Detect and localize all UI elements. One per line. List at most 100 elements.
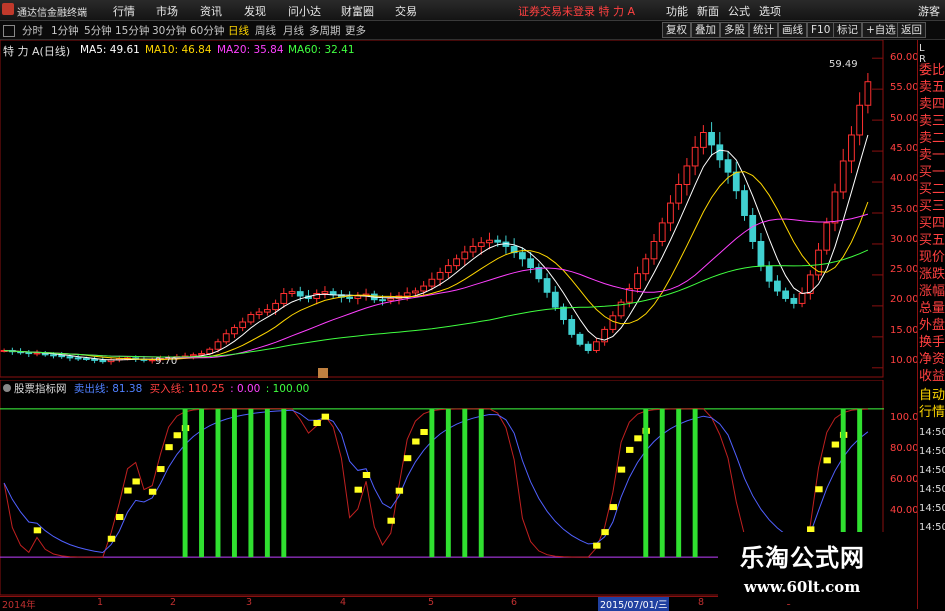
candle: [321, 291, 329, 294]
rise-bar: [823, 457, 831, 464]
tab-weekly[interactable]: 周线: [255, 23, 276, 38]
menu-market[interactable]: 市场: [156, 3, 178, 19]
menu-trade[interactable]: 交易: [395, 3, 417, 19]
tab-30min[interactable]: 30分钟: [152, 23, 186, 38]
tab-monthly[interactable]: 月线: [283, 23, 304, 38]
rise-bar: [33, 527, 42, 534]
panel-item: 涨幅: [919, 284, 945, 299]
signal-bar: [429, 408, 435, 558]
panel-item: 委比: [919, 63, 945, 78]
event-marker-icon[interactable]: [318, 368, 328, 378]
menu-quotes[interactable]: 行情: [113, 3, 135, 19]
overlay-button[interactable]: 叠加: [691, 22, 720, 38]
signal-bar: [445, 408, 451, 558]
ind-axis-label: 80.00: [890, 443, 919, 454]
candle: [765, 265, 773, 282]
price-chart[interactable]: [0, 40, 884, 378]
date-label: 5: [428, 597, 435, 608]
app-title: 通达信金融终端: [17, 8, 87, 19]
menu-ask[interactable]: 问小达: [288, 3, 321, 19]
candle: [461, 251, 469, 260]
guest-label[interactable]: 游客: [918, 3, 940, 19]
panel-item: 收益: [919, 369, 945, 384]
ind-axis-label: 60.00: [890, 474, 919, 485]
tab-timeshare[interactable]: 分时: [22, 23, 43, 38]
candle: [527, 258, 534, 268]
rise-bar: [617, 466, 626, 473]
panel-auto[interactable]: 自动: [919, 388, 945, 403]
rise-bar: [403, 455, 412, 462]
panel-item: 买四: [919, 216, 945, 231]
candle: [50, 354, 57, 357]
panel-item: 外盘: [919, 318, 945, 333]
panel-time: 14:50: [919, 503, 945, 514]
panel-quote[interactable]: 行情: [919, 405, 945, 420]
tab-1min[interactable]: 1分钟: [51, 23, 79, 38]
candle: [444, 265, 452, 273]
grid-icon[interactable]: [3, 25, 15, 37]
hundred-line-label: : 100.00: [265, 383, 310, 395]
menu-news[interactable]: 资讯: [200, 3, 222, 19]
stock-name: 特 力 A(日线): [3, 43, 70, 59]
menu-formula[interactable]: 公式: [728, 3, 750, 19]
candle: [74, 357, 82, 360]
add-watchlist-button[interactable]: +自选: [862, 22, 900, 38]
candle: [741, 190, 748, 216]
indicator-name[interactable]: 股票指标网: [14, 383, 67, 395]
settings-icon[interactable]: [3, 384, 11, 392]
candle: [198, 353, 205, 356]
rise-bar: [362, 471, 371, 478]
ma20-line: [4, 213, 869, 359]
menu-wealth[interactable]: 财富圈: [341, 3, 374, 19]
panel-item: 买五: [919, 233, 945, 248]
tab-daily[interactable]: 日线: [228, 23, 249, 38]
candle: [486, 239, 493, 244]
multi-stock-button[interactable]: 多股: [720, 22, 749, 38]
candle: [346, 296, 354, 299]
candle: [263, 309, 271, 313]
menu-new-page[interactable]: 新面: [697, 3, 719, 19]
signal-bar: [676, 408, 682, 558]
mark-button[interactable]: 标记: [833, 22, 862, 38]
back-button[interactable]: 返回: [897, 22, 926, 38]
panel-item: 换手: [919, 335, 945, 350]
tab-60min[interactable]: 60分钟: [190, 23, 224, 38]
candle: [477, 242, 485, 247]
rise-bar: [831, 441, 840, 448]
panel-time: 14:50: [919, 446, 945, 457]
adjust-button[interactable]: 复权: [662, 22, 691, 38]
tab-more[interactable]: 更多: [345, 23, 366, 38]
panel-item: 总量: [919, 301, 945, 316]
price-axis-label: 30.00: [890, 234, 919, 245]
draw-button[interactable]: 画线: [778, 22, 807, 38]
candle: [551, 291, 559, 308]
tab-5min[interactable]: 5分钟: [84, 23, 112, 38]
tab-multi-period[interactable]: 多周期: [309, 23, 341, 38]
price-axis-label: 15.00: [890, 325, 919, 336]
candle: [584, 343, 592, 351]
ma60-label: MA60: 32.41: [288, 44, 355, 56]
watermark-title: 乐淘公式网: [740, 544, 865, 572]
candle: [189, 354, 197, 357]
candle: [66, 356, 74, 359]
panel-item: 卖三: [919, 114, 945, 129]
candle: [568, 319, 576, 335]
rise-bar: [387, 517, 395, 524]
candle: [255, 311, 263, 316]
menu-discover[interactable]: 发现: [244, 3, 266, 19]
stats-button[interactable]: 统计: [749, 22, 778, 38]
panel-time: 14:50: [919, 427, 945, 438]
candle: [288, 291, 296, 294]
date-label: 4: [340, 597, 347, 608]
candle: [593, 341, 600, 351]
candle: [650, 240, 658, 260]
tab-15min[interactable]: 15分钟: [115, 23, 149, 38]
f10-button[interactable]: F10: [807, 22, 835, 38]
candle: [823, 222, 831, 251]
menu-options[interactable]: 选项: [759, 3, 781, 19]
candle: [412, 290, 419, 294]
candle: [453, 258, 460, 267]
login-status[interactable]: 证券交易未登录 特 力 A: [518, 3, 635, 19]
menu-function[interactable]: 功能: [666, 3, 688, 19]
signal-bar: [478, 408, 484, 558]
